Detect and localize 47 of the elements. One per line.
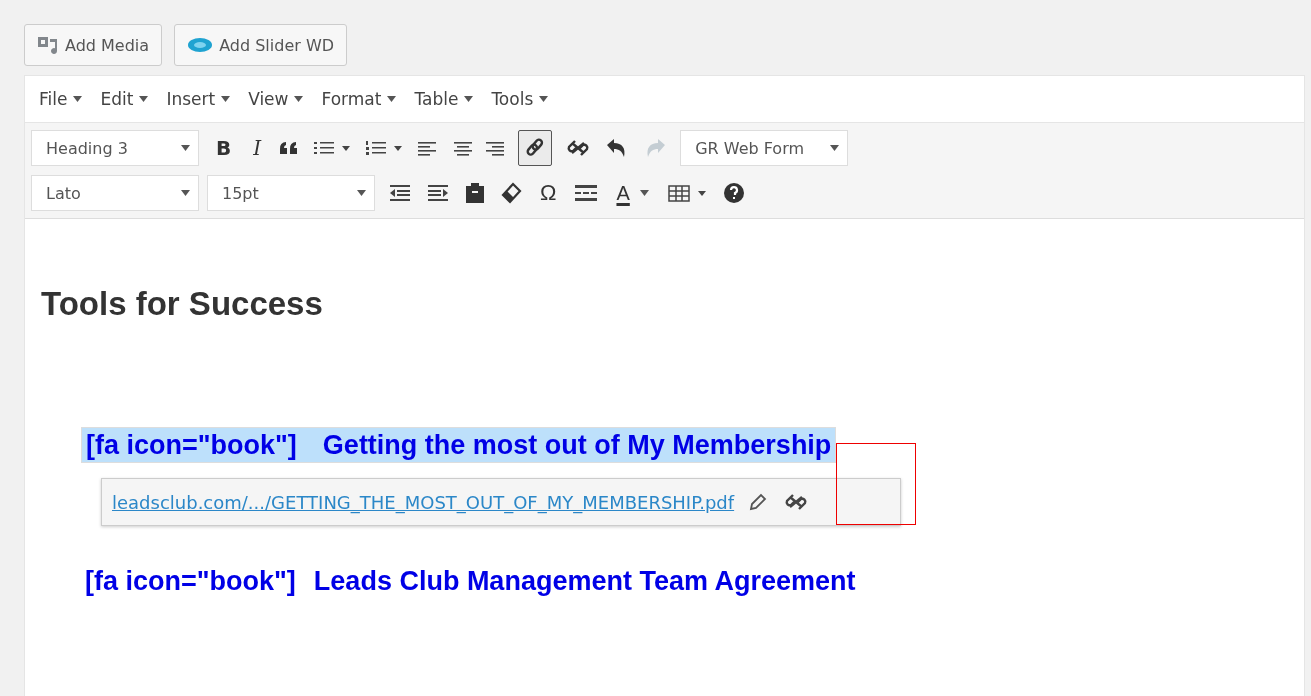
caret-icon [139, 96, 149, 102]
media-icon [37, 35, 59, 55]
caret-icon [464, 96, 474, 102]
media-button[interactable]: Add Media [24, 24, 163, 66]
bullet-list-icon[interactable] [312, 139, 353, 157]
bold-button[interactable]: B [211, 130, 237, 166]
clipboard-icon[interactable] [463, 181, 487, 205]
indent-icon[interactable] [425, 183, 451, 203]
document-link[interactable]: [fa icon="book"] Leads Club Management Team Agreement [81, 566, 860, 597]
text-color-button[interactable]: A [611, 175, 654, 211]
outdent-icon[interactable] [387, 183, 413, 203]
font-size-select[interactable]: 15pt [207, 175, 375, 211]
special-character-button[interactable]: Ω [535, 175, 562, 211]
caret-icon [357, 190, 366, 196]
italic-button[interactable]: I [248, 130, 267, 166]
caret-icon [539, 96, 549, 102]
align-right-icon[interactable] [484, 139, 507, 157]
media-button[interactable]: Add Slider WD [174, 24, 348, 66]
heading-text: Tools for Success [41, 285, 324, 323]
link-button[interactable] [518, 130, 553, 166]
pencil-icon[interactable] [748, 492, 769, 512]
eraser-icon[interactable] [499, 181, 523, 205]
menu-item[interactable]: Insert [158, 85, 239, 113]
help-icon[interactable] [721, 181, 746, 205]
caret-icon [294, 96, 304, 102]
url-link[interactable]: leadsclub.com/.../GETTING_THE_MOST_OUT_OF_MY_MEMBERSHIP.pdf [112, 491, 735, 513]
format-select[interactable]: Heading 3 [31, 130, 199, 166]
caret-icon [387, 96, 397, 102]
caret-icon [181, 145, 190, 151]
menu-item[interactable]: View [240, 85, 312, 113]
menu-item[interactable]: Format [313, 85, 405, 113]
menu-item[interactable]: Edit [92, 85, 157, 113]
caret-icon [830, 145, 840, 151]
menu-item[interactable]: File [31, 85, 91, 113]
caret-icon [73, 96, 83, 102]
caret-icon [221, 96, 231, 102]
horizontal-line-icon[interactable] [573, 183, 600, 203]
align-left-icon[interactable] [416, 139, 439, 157]
menu-item[interactable]: Tools [483, 85, 557, 113]
font-family-select[interactable]: Lato [31, 175, 199, 211]
caret-icon [181, 190, 190, 196]
caret-icon [639, 190, 649, 196]
numbered-list-icon[interactable] [364, 139, 405, 157]
slider-icon [187, 37, 214, 53]
menu-item[interactable]: Table [406, 85, 482, 113]
document-link[interactable]: [fa icon="book"] Getting the most out of My Membership [81, 427, 837, 463]
form-select[interactable]: GR Web Form [680, 130, 849, 166]
